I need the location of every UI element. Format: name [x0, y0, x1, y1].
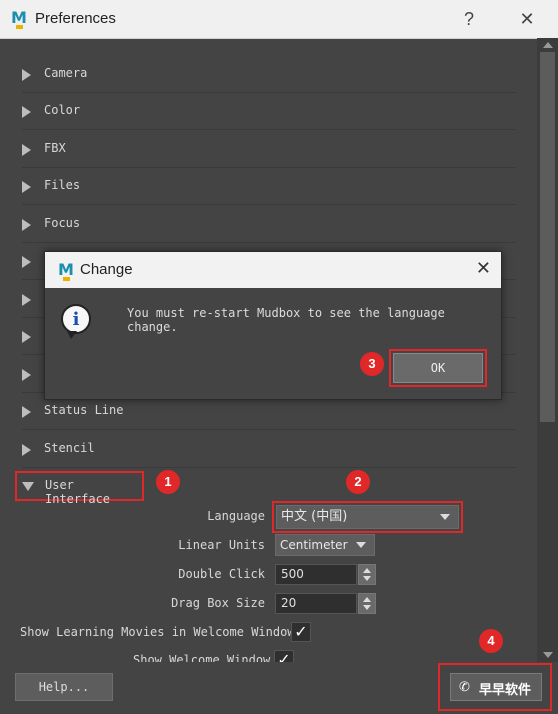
- show-learning-movies-label: Show Learning Movies in Welcome Window: [20, 625, 295, 639]
- dialog-message: You must re-start Mudbox to see the lang…: [127, 306, 445, 334]
- close-window-button[interactable]: ✕: [512, 6, 542, 32]
- collapse-arrow-icon: [22, 482, 34, 491]
- section-user-interface[interactable]: User Interface: [15, 471, 144, 506]
- linear-units-dropdown[interactable]: Centimeter: [275, 534, 375, 556]
- linear-units-label: Linear Units: [178, 538, 265, 552]
- language-value: 中文 (中国): [281, 509, 348, 524]
- clipped-row: Show Welcome Window ✓: [0, 650, 537, 662]
- expand-arrow-icon: [22, 331, 31, 343]
- spin-down-icon: [363, 576, 371, 581]
- drag-box-size-label: Drag Box Size: [171, 596, 265, 610]
- watermark-badge: ✆ 早早软件: [450, 673, 542, 701]
- watermark-text: 早早软件: [479, 683, 532, 698]
- expand-arrow-icon: [22, 256, 31, 268]
- expand-arrow-icon: [22, 294, 31, 306]
- window-title: Preferences: [35, 10, 116, 27]
- language-label: Language: [207, 509, 265, 523]
- annotation-badge-2: 2: [346, 470, 370, 494]
- show-welcome-window-label: Show Welcome Window: [133, 653, 271, 662]
- title-bar: M Preferences ? ✕: [0, 0, 558, 39]
- section-files[interactable]: Files: [22, 168, 516, 205]
- help-question-button[interactable]: ?: [454, 6, 484, 32]
- double-click-label: Double Click: [178, 567, 265, 581]
- wechat-icon: ✆: [459, 680, 470, 695]
- watermark-highlight: ✆ 早早软件: [438, 663, 552, 711]
- annotation-badge-3: 3: [360, 352, 384, 376]
- ok-button[interactable]: OK: [393, 353, 483, 383]
- vertical-scrollbar[interactable]: [537, 38, 558, 662]
- drag-box-size-spinner[interactable]: [358, 593, 376, 614]
- expand-arrow-icon: [22, 144, 31, 156]
- show-learning-movies-checkbox[interactable]: ✓: [291, 622, 311, 642]
- expand-arrow-icon: [22, 69, 31, 81]
- spin-up-icon: [363, 597, 371, 602]
- expand-arrow-icon: [22, 181, 31, 193]
- drag-box-size-input[interactable]: 20: [275, 593, 357, 614]
- scrollbar-thumb[interactable]: [540, 52, 555, 422]
- section-stencil[interactable]: Stencil: [22, 431, 516, 468]
- change-dialog: M Change ✕ i You must re-start Mudbox to…: [44, 251, 502, 400]
- expand-arrow-icon: [22, 406, 31, 418]
- dialog-close-button[interactable]: ✕: [476, 258, 491, 279]
- annotation-badge-4: 4: [479, 629, 503, 653]
- annotation-badge-1: 1: [156, 470, 180, 494]
- mudbox-logo-icon: M: [11, 8, 27, 29]
- language-dropdown[interactable]: 中文 (中国): [276, 505, 459, 529]
- spin-down-icon: [363, 605, 371, 610]
- scroll-up-icon[interactable]: [543, 42, 553, 48]
- chevron-down-icon: [440, 514, 450, 520]
- double-click-spinner[interactable]: [358, 564, 376, 585]
- expand-arrow-icon: [22, 219, 31, 231]
- chevron-down-icon: [356, 542, 366, 548]
- preferences-window: M Preferences ? ✕ Camera Color FBX Files…: [0, 0, 558, 714]
- expand-arrow-icon: [22, 444, 31, 456]
- expand-arrow-icon: [22, 106, 31, 118]
- section-camera[interactable]: Camera: [22, 56, 516, 93]
- dialog-title-bar: M Change ✕: [45, 252, 501, 288]
- mudbox-logo-icon: M: [58, 260, 74, 281]
- section-color[interactable]: Color: [22, 93, 516, 130]
- info-icon-tail: [67, 331, 77, 339]
- section-focus[interactable]: Focus: [22, 206, 516, 243]
- section-fbx[interactable]: FBX: [22, 131, 516, 168]
- dialog-title: Change: [80, 261, 133, 278]
- help-button[interactable]: Help...: [15, 673, 113, 701]
- expand-arrow-icon: [22, 369, 31, 381]
- spin-up-icon: [363, 568, 371, 573]
- show-welcome-window-checkbox[interactable]: ✓: [274, 650, 294, 662]
- scroll-down-icon[interactable]: [543, 652, 553, 658]
- info-icon: i: [61, 304, 91, 334]
- linear-units-value: Centimeter: [280, 538, 348, 552]
- double-click-input[interactable]: 500: [275, 564, 357, 585]
